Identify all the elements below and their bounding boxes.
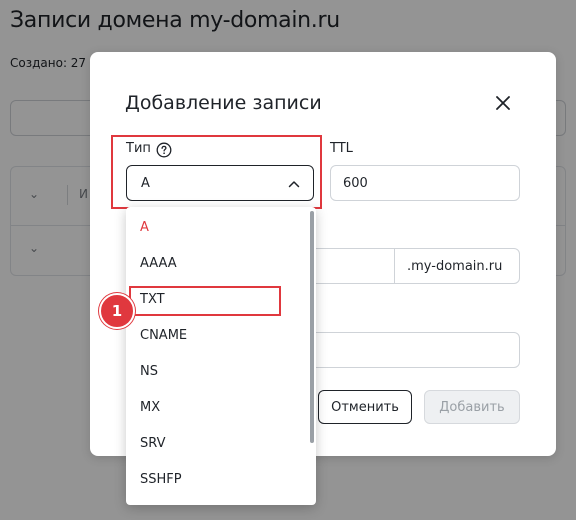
type-field-highlight bbox=[111, 135, 322, 209]
dropdown-item-aaaa[interactable]: AAAA bbox=[126, 246, 306, 282]
step-badge: 1 bbox=[99, 293, 135, 329]
dropdown-item-mx[interactable]: MX bbox=[126, 390, 306, 426]
dropdown-item-sshfp[interactable]: SSHFP bbox=[126, 462, 306, 498]
type-dropdown: A AAAA TXT CNAME NS MX SRV SSHFP bbox=[126, 207, 316, 505]
dropdown-item-cname[interactable]: CNAME bbox=[126, 318, 306, 354]
dropdown-item-a[interactable]: A bbox=[126, 210, 306, 246]
dropdown-scrollbar[interactable] bbox=[310, 211, 314, 443]
dropdown-item-ns[interactable]: NS bbox=[126, 354, 306, 390]
ttl-input[interactable] bbox=[330, 165, 520, 201]
ttl-label: TTL bbox=[330, 141, 353, 156]
add-button[interactable]: Добавить bbox=[424, 390, 520, 424]
cancel-button[interactable]: Отменить bbox=[318, 390, 412, 424]
txt-item-highlight bbox=[129, 286, 281, 316]
domain-suffix: .my-domain.ru bbox=[394, 248, 520, 284]
close-icon[interactable] bbox=[494, 94, 512, 112]
modal-title: Добавление записи bbox=[125, 92, 322, 114]
dropdown-item-srv[interactable]: SRV bbox=[126, 426, 306, 462]
